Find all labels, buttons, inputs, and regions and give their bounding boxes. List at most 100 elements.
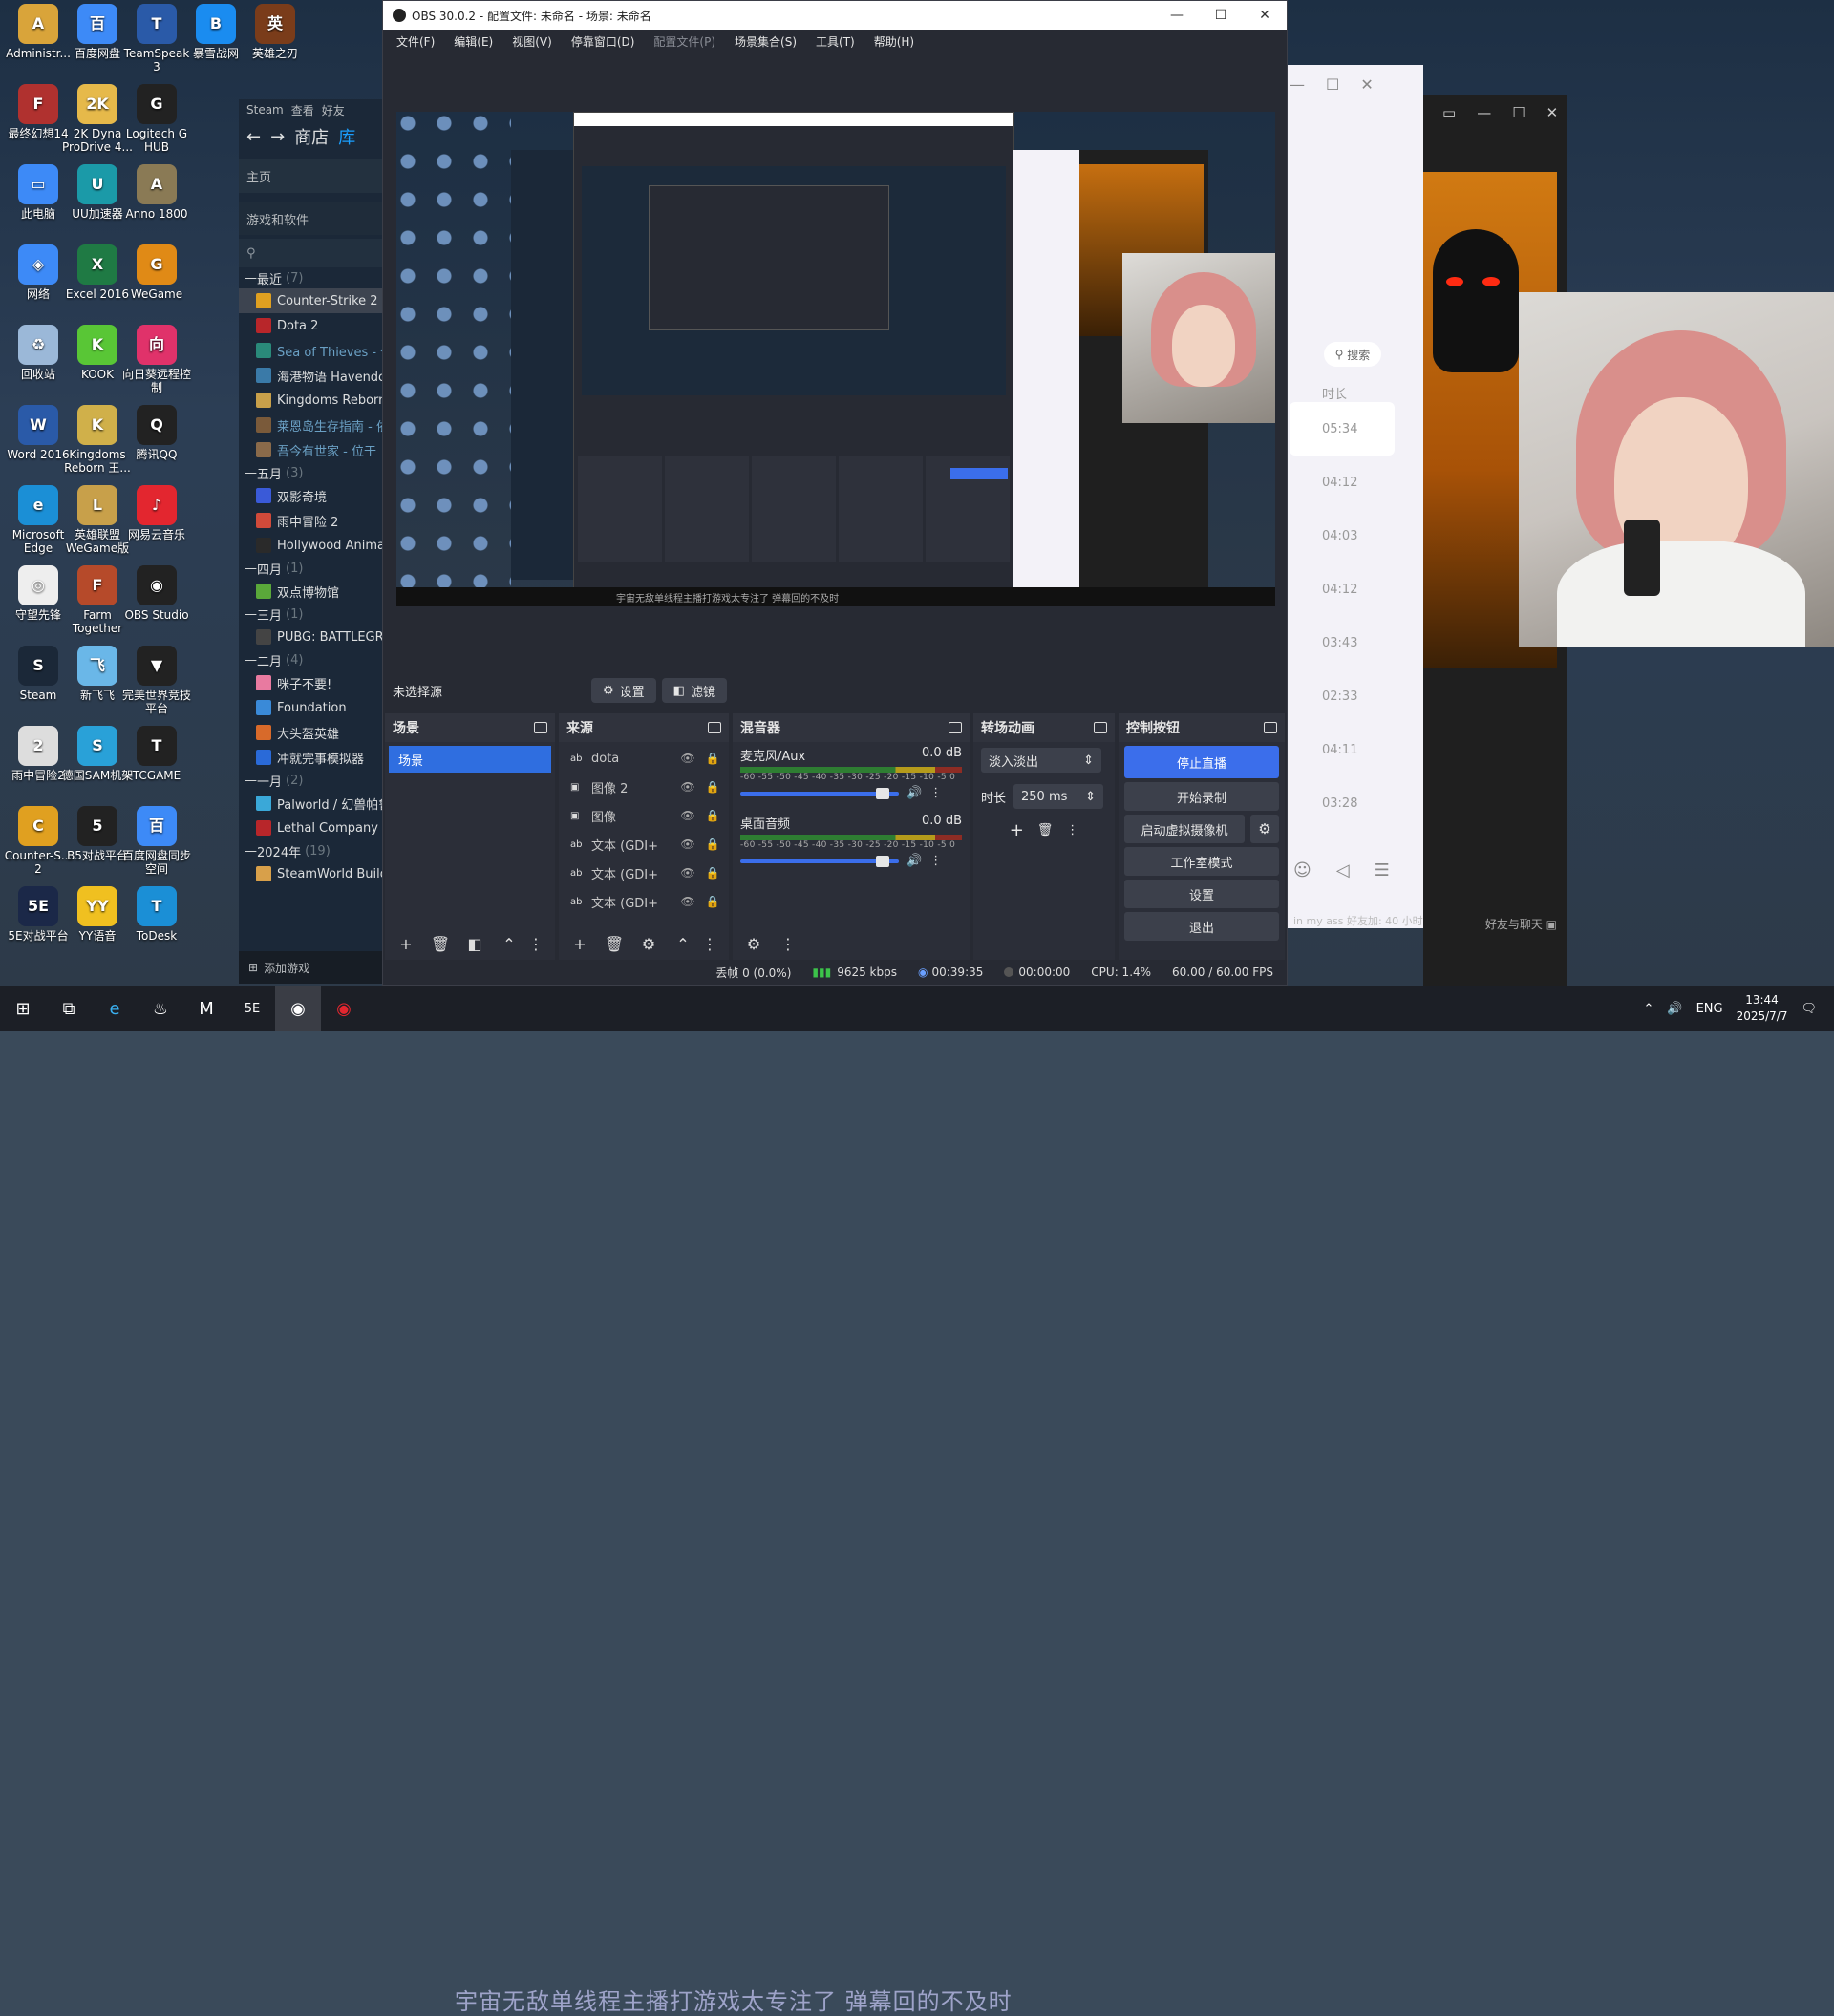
steam-game-item[interactable]: Kingdoms Reborn bbox=[239, 388, 384, 413]
notification-icon[interactable]: 🗨 bbox=[1801, 1002, 1817, 1016]
taskbar-steam[interactable]: ♨ bbox=[138, 986, 183, 1031]
mixer-more-button[interactable]: ⋮ bbox=[775, 931, 801, 956]
undock-icon[interactable] bbox=[708, 722, 721, 733]
transition-duration-spinbox[interactable]: 250 ms ⇕ bbox=[1013, 784, 1104, 809]
obs-menu-item[interactable]: 工具(T) bbox=[806, 33, 864, 50]
lock-icon[interactable]: 🔒 bbox=[704, 780, 721, 794]
visibility-icon[interactable]: 👁 bbox=[679, 752, 696, 765]
steam-game-item[interactable]: Hollywood Animal bbox=[239, 533, 384, 558]
steam-group-header[interactable]: — 一月 (2) bbox=[239, 770, 384, 791]
visibility-icon[interactable]: 👁 bbox=[679, 780, 696, 794]
close-button[interactable]: ✕ bbox=[1243, 1, 1287, 30]
obs-menu-item[interactable]: 编辑(E) bbox=[444, 33, 502, 50]
steam-game-item[interactable]: Foundation bbox=[239, 695, 384, 720]
desktop-icon[interactable]: ▼ 完美世界竞技平台 bbox=[118, 642, 195, 715]
maximize-icon[interactable]: ☐ bbox=[1326, 75, 1339, 94]
close-icon[interactable]: ✕ bbox=[1360, 75, 1373, 94]
desktop-icon[interactable]: 英英雄之刃 bbox=[237, 0, 313, 60]
obs-menu-item[interactable]: 场景集合(S) bbox=[725, 33, 806, 50]
source-filters-button[interactable]: ◧ 滤镜 bbox=[661, 678, 727, 703]
lock-icon[interactable]: 🔒 bbox=[704, 895, 721, 908]
scene-filters-button[interactable]: ◧ bbox=[461, 931, 488, 956]
lock-icon[interactable]: 🔒 bbox=[704, 752, 721, 765]
duration-item[interactable]: 05:34 bbox=[1290, 402, 1395, 456]
volume-slider[interactable] bbox=[740, 855, 899, 867]
duration-item[interactable]: 03:28 bbox=[1280, 776, 1423, 830]
taskbar-app-m[interactable]: M bbox=[183, 986, 229, 1031]
steam-menu-friends[interactable]: 好友 bbox=[322, 102, 345, 118]
desktop-icon[interactable]: 百百度网盘同步空间 bbox=[118, 802, 195, 876]
scene-item[interactable]: 场景 bbox=[389, 746, 551, 773]
desktop-icon[interactable]: G WeGame bbox=[118, 241, 195, 301]
steam-menu-view[interactable]: 查看 bbox=[291, 102, 314, 118]
screen-icon[interactable]: ▭ bbox=[1442, 104, 1456, 121]
taskbar-edge[interactable]: e bbox=[92, 986, 138, 1031]
remove-source-button[interactable]: 🗑 bbox=[601, 931, 628, 956]
source-more-button[interactable]: ⋮ bbox=[702, 931, 717, 956]
duration-item[interactable]: 04:03 bbox=[1280, 509, 1423, 562]
lock-icon[interactable]: 🔒 bbox=[704, 838, 721, 851]
add-transition-button[interactable]: + bbox=[1010, 820, 1024, 840]
duration-item[interactable]: 02:33 bbox=[1280, 669, 1423, 723]
steam-game-item[interactable]: PUBG: BATTLEGRO bbox=[239, 625, 384, 649]
visibility-icon[interactable]: 👁 bbox=[679, 866, 696, 880]
steam-search[interactable]: ⚲ bbox=[239, 239, 384, 267]
start-virtual-camera-button[interactable]: 启动虚拟摄像机 bbox=[1124, 815, 1245, 843]
minimize-icon[interactable]: — bbox=[1477, 104, 1491, 121]
chat-search[interactable]: ⚲ 搜索 bbox=[1324, 342, 1381, 367]
back-arrow-icon[interactable]: ← bbox=[246, 127, 261, 147]
steam-game-item[interactable]: Sea of Thieves - 依 bbox=[239, 338, 384, 363]
volume-slider[interactable] bbox=[740, 787, 899, 799]
stop-streaming-button[interactable]: 停止直播 bbox=[1124, 746, 1279, 778]
steam-game-item[interactable]: 莱恩岛生存指南 - 依 bbox=[239, 413, 384, 437]
studio-mode-button[interactable]: 工作室模式 bbox=[1124, 847, 1279, 876]
duration-item[interactable]: 03:43 bbox=[1280, 616, 1423, 669]
clock[interactable]: 13:44 2025/7/7 bbox=[1737, 992, 1788, 1025]
source-properties-button[interactable]: ⚙ bbox=[635, 931, 662, 956]
move-source-up-button[interactable]: ⌃ bbox=[670, 931, 696, 956]
steam-group-header[interactable]: — 四月 (1) bbox=[239, 558, 384, 579]
task-view-button[interactable]: ⧉ bbox=[46, 986, 92, 1031]
obs-menu-item[interactable]: 文件(F) bbox=[387, 33, 444, 50]
steam-game-item[interactable]: Lethal Company bbox=[239, 816, 384, 840]
lock-icon[interactable]: 🔒 bbox=[704, 866, 721, 880]
steam-game-item[interactable]: 海港物语 Havendo bbox=[239, 363, 384, 388]
steam-group-header[interactable]: — 二月 (4) bbox=[239, 649, 384, 670]
scene-more-button[interactable]: ⋮ bbox=[528, 931, 544, 956]
source-item[interactable]: ▣ 图像 2 👁 🔒 bbox=[559, 773, 729, 801]
visibility-icon[interactable]: 👁 bbox=[679, 809, 696, 822]
add-scene-button[interactable]: + bbox=[393, 931, 419, 956]
duration-item[interactable]: 04:12 bbox=[1280, 562, 1423, 616]
desktop-icon[interactable]: Q 腾讯QQ bbox=[118, 401, 195, 461]
volume-icon[interactable]: 🔊 bbox=[1667, 1002, 1682, 1016]
speaker-icon[interactable]: 🔊 bbox=[906, 854, 922, 868]
transition-type-select[interactable]: 淡入淡出 ⇕ bbox=[981, 748, 1101, 773]
desktop-icon[interactable]: T TCGAME bbox=[118, 722, 195, 782]
transition-more-button[interactable]: ⋮ bbox=[1066, 823, 1078, 838]
steam-game-item[interactable]: 双点博物馆 bbox=[239, 579, 384, 604]
obs-menu-item[interactable]: 停靠窗口(D) bbox=[562, 33, 645, 50]
steam-game-item[interactable]: 雨中冒险 2 bbox=[239, 508, 384, 533]
speaker-icon[interactable]: ◁ bbox=[1336, 860, 1350, 881]
settings-button[interactable]: 设置 bbox=[1124, 880, 1279, 908]
source-item[interactable]: ab 文本 (GDI+ 👁 🔒 bbox=[559, 859, 729, 887]
volume-slider-knob[interactable] bbox=[876, 787, 890, 799]
exit-button[interactable]: 退出 bbox=[1124, 912, 1279, 941]
remove-transition-button[interactable]: 🗑 bbox=[1037, 823, 1054, 838]
friends-chat-link[interactable]: 好友与聊天 ▣ bbox=[1485, 916, 1557, 932]
desktop-icon[interactable]: ♪ 网易云音乐 bbox=[118, 481, 195, 541]
more-icon[interactable]: ⋮ bbox=[929, 854, 942, 868]
volume-slider-knob[interactable] bbox=[876, 855, 890, 867]
maximize-icon[interactable]: ☐ bbox=[1512, 104, 1525, 121]
steam-game-item[interactable]: 吾今有世家 - 位于 bbox=[239, 437, 384, 462]
steam-game-item[interactable]: Palworld / 幻兽帕鲁 bbox=[239, 791, 384, 816]
forward-arrow-icon[interactable]: → bbox=[270, 127, 285, 147]
undock-icon[interactable] bbox=[534, 722, 547, 733]
obs-preview[interactable]: 宇宙无敌单线程主播打游戏太专注了 弹幕回的不及时 bbox=[396, 112, 1275, 606]
source-settings-button[interactable]: ⚙ 设置 bbox=[591, 678, 656, 703]
advanced-audio-button[interactable]: ⚙ bbox=[740, 931, 767, 956]
taskbar-netease-music[interactable]: ◉ bbox=[321, 986, 367, 1031]
desktop-icon[interactable]: T ToDesk bbox=[118, 882, 195, 943]
speaker-icon[interactable]: 🔊 bbox=[906, 786, 922, 800]
minimize-button[interactable]: — bbox=[1155, 1, 1199, 30]
